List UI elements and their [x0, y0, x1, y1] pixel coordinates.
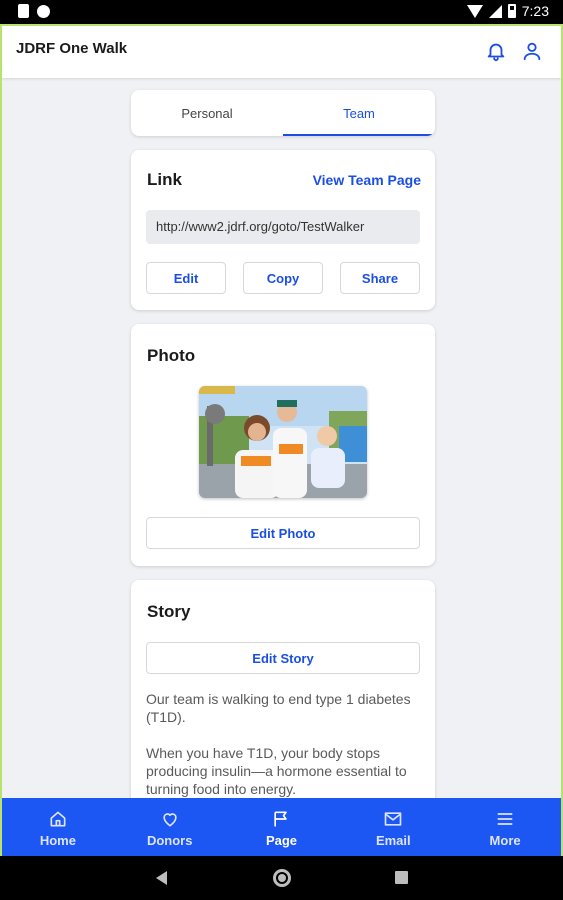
view-team-page-link[interactable]: View Team Page [313, 172, 421, 188]
app-header: JDRF One Walk [2, 26, 561, 78]
mail-icon [384, 811, 402, 826]
team-photo [199, 386, 367, 498]
page-tabs: Personal Team [131, 90, 435, 136]
story-paragraph: When you have T1D, your body stops produ… [146, 745, 407, 797]
menu-icon [497, 812, 513, 825]
nav-donors[interactable]: Donors [114, 798, 226, 856]
link-card-title: Link [147, 170, 182, 189]
nav-home[interactable]: Home [2, 798, 114, 856]
copy-link-button[interactable]: Copy [243, 262, 323, 294]
nav-more[interactable]: More [449, 798, 561, 856]
nav-page[interactable]: Page [226, 798, 338, 856]
back-icon[interactable] [156, 871, 167, 885]
status-bar: 7:23 [0, 0, 563, 24]
nav-more-label: More [489, 832, 521, 848]
edit-link-button[interactable]: Edit [146, 262, 226, 294]
app-title: JDRF One Walk [16, 40, 128, 57]
status-time: 7:23 [521, 3, 549, 19]
edit-photo-button[interactable]: Edit Photo [146, 517, 420, 549]
story-text: Our team is walking to end type 1 diabet… [146, 690, 420, 798]
tab-team[interactable]: Team [283, 90, 435, 136]
notification-dot-icon [37, 4, 50, 18]
link-card: Link View Team Page http://www2.jdrf.org… [131, 150, 435, 310]
bottom-nav: Home Donors Page Email More [2, 798, 561, 856]
bell-icon[interactable] [485, 40, 507, 62]
team-url-field[interactable]: http://www2.jdrf.org/goto/TestWalker [146, 210, 420, 244]
photo-card: Photo Edit Photo [131, 324, 435, 566]
nav-home-label: Home [39, 832, 76, 848]
nav-page-label: Page [265, 832, 298, 848]
battery-icon [507, 4, 516, 18]
app-screen: JDRF One Walk Personal Team Link View Te… [0, 24, 563, 856]
story-paragraph: Our team is walking to end type 1 diabet… [146, 691, 411, 725]
nav-email-label: Email [375, 832, 411, 848]
wifi-icon [466, 4, 483, 18]
photo-card-title: Photo [147, 346, 196, 365]
sim-card-icon [18, 4, 29, 18]
home-icon [50, 811, 66, 826]
home-button-icon[interactable] [273, 869, 291, 887]
signal-icon [488, 4, 502, 18]
recent-apps-icon[interactable] [395, 871, 408, 884]
user-icon[interactable] [521, 40, 543, 62]
story-card-title: Story [147, 602, 191, 621]
system-nav-bar [0, 856, 563, 900]
nav-email[interactable]: Email [337, 798, 449, 856]
nav-donors-label: Donors [146, 832, 193, 848]
share-link-button[interactable]: Share [340, 262, 420, 294]
flag-icon [274, 811, 288, 826]
edit-story-button[interactable]: Edit Story [146, 642, 420, 674]
heart-icon [163, 812, 177, 826]
tab-personal[interactable]: Personal [131, 90, 283, 136]
